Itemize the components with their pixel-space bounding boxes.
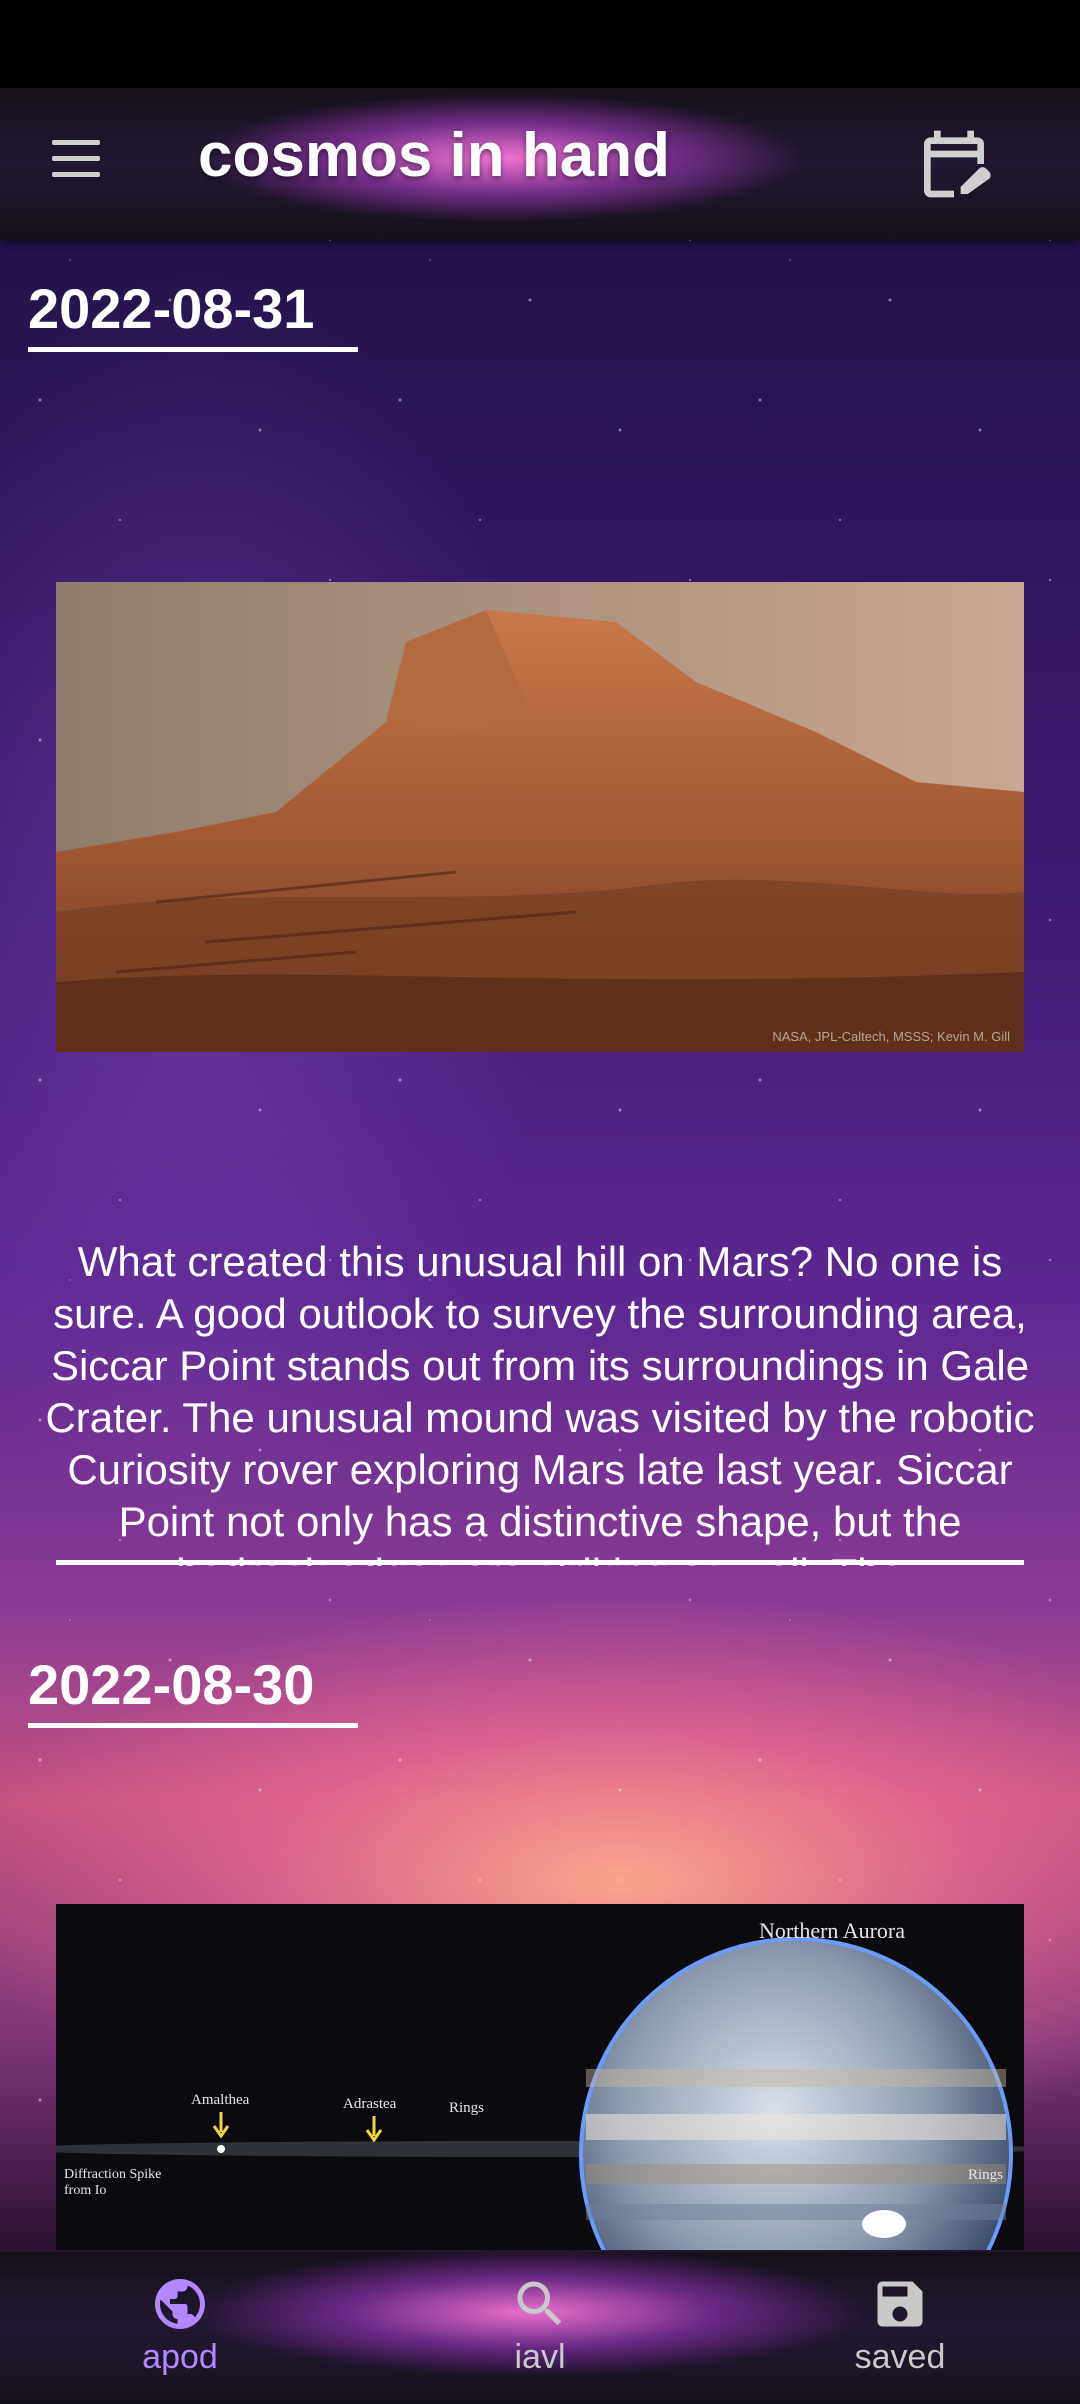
label-adrastea: Adrastea [343,2096,397,2112]
bottom-navigation: apod iavl saved [0,2252,1080,2404]
nav-item-saved[interactable]: saved [770,2252,1030,2404]
search-icon [517,2281,562,2326]
hamburger-icon [52,140,100,145]
mars-hill-illustration [56,582,1024,1052]
top-app-bar: cosmos in hand [0,88,1080,240]
divider [56,1560,1024,1565]
label-northern-aurora: Northern Aurora [759,1918,905,1943]
jupiter-illustration: Northern Aurora Amalthea Adrastea Rings … [56,1904,1024,2250]
nav-item-iavl[interactable]: iavl [410,2252,670,2404]
nav-item-apod[interactable]: apod [50,2252,310,2404]
nav-label-iavl: iavl [514,2338,566,2376]
globe-icon [155,2279,205,2329]
nav-label-saved: saved [854,2338,946,2376]
entry-explanation: What created this unusual hill on Mars? … [45,1238,1035,1566]
apod-image-jupiter[interactable]: Northern Aurora Amalthea Adrastea Rings … [56,1904,1024,2250]
apod-image-mars-hill[interactable]: NASA, JPL-Caltech, MSSS; Kevin M. Gill [56,582,1024,1052]
image-credit: NASA, JPL-Caltech, MSSS; Kevin M. Gill [772,1029,1010,1044]
save-icon [877,2281,923,2327]
label-rings-right: Rings [968,2167,1003,2183]
status-bar [0,0,1080,88]
app-title: cosmos in hand [198,121,670,190]
nav-label-apod: apod [142,2338,218,2376]
label-diffraction-from-io: from Io [64,2183,106,2198]
label-diffraction-spike: Diffraction Spike [64,2167,161,2182]
calendar-edit-icon [924,130,991,198]
entry-date-heading: 2022-08-31 [28,276,358,352]
calendar-edit-button[interactable] [914,124,994,204]
label-rings-left: Rings [449,2100,484,2116]
menu-button[interactable] [46,140,106,184]
entry-date-heading: 2022-08-30 [28,1652,358,1728]
label-amalthea: Amalthea [191,2092,250,2108]
